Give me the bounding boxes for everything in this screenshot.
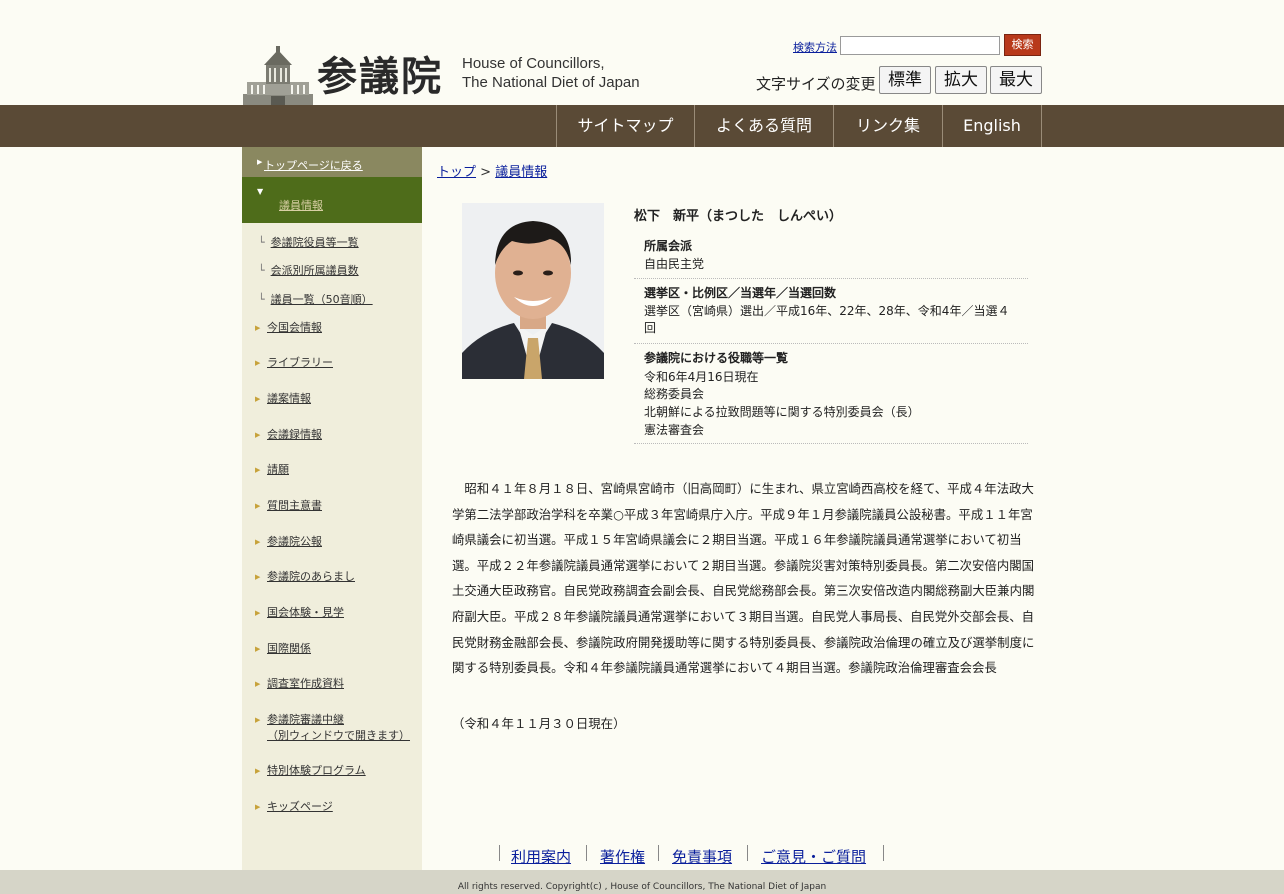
- breadcrumb-separator: >: [480, 165, 492, 180]
- footer-separator: [658, 845, 659, 861]
- arrow-right-icon: ▶: [255, 680, 261, 688]
- side-link-session[interactable]: 今国会情報: [267, 320, 322, 336]
- site-logo[interactable]: 参議院 House of Councillors, The National D…: [243, 44, 643, 105]
- footer-separator: [586, 845, 587, 861]
- role-item: 北朝鮮による拉致問題等に関する特別委員会（長）: [644, 405, 920, 419]
- member-name: 松下 新平（まつした しんぺい）: [634, 209, 843, 224]
- arrow-right-icon: ▶: [255, 359, 261, 367]
- footer-link-feedback[interactable]: ご意見・ご質問: [761, 846, 866, 867]
- info-district: 選挙区・比例区／当選年／当選回数 選挙区（宮崎県）選出／平成16年、22年、28…: [634, 279, 1028, 344]
- font-size-standard-button[interactable]: 標準: [879, 66, 931, 94]
- member-biography: 昭和４１年８月１８日、宮崎県宮崎市（旧高岡町）に生まれ、県立宮崎西高校を経て、平…: [452, 481, 1035, 676]
- diet-building-icon: [243, 46, 313, 105]
- district-title: 選挙区・比例区／当選年／当選回数: [644, 286, 837, 300]
- biography-date: （令和４年１１月３０日現在）: [452, 716, 626, 731]
- side-link-broadcast[interactable]: 参議院審議中継: [267, 712, 344, 728]
- site-header: 参議院 House of Councillors, The National D…: [0, 0, 1284, 105]
- footer-separator: [499, 845, 500, 861]
- side-link-overview[interactable]: 参議院のあらまし: [267, 569, 355, 585]
- faction-value: 自由民主党: [644, 257, 705, 271]
- arrow-right-icon: ▶: [255, 645, 261, 653]
- font-size-max-button[interactable]: 最大: [990, 66, 1042, 94]
- faction-title: 所属会派: [644, 239, 693, 253]
- arrow-right-icon: ▶: [255, 324, 261, 332]
- side-link-kids[interactable]: キッズページ: [267, 799, 333, 815]
- footer-link-guide[interactable]: 利用案内: [511, 846, 571, 867]
- sub-item: └ 議員一覧（50音順）: [258, 291, 373, 307]
- footer-separator: [747, 845, 748, 861]
- side-link-questions[interactable]: 質問主意書: [267, 498, 322, 514]
- member-photo: [462, 203, 604, 379]
- font-size-large-button[interactable]: 拡大: [935, 66, 987, 94]
- sub-link-members[interactable]: 議員一覧（50音順）: [271, 293, 373, 306]
- search-button[interactable]: 検索: [1004, 34, 1041, 56]
- district-value-line1: 選挙区（宮崎県）選出／平成16年、22年、28年、令和4年／当選４: [644, 304, 1010, 318]
- arrow-right-icon: ▶: [255, 538, 261, 546]
- footer-link-disclaimer[interactable]: 免責事項: [672, 846, 732, 867]
- copyright-footer: All rights reserved. Copyright(c) , Hous…: [0, 870, 1284, 894]
- side-link-international[interactable]: 国際関係: [267, 641, 311, 657]
- side-top-bar: ▶ トップページに戻る: [242, 147, 422, 177]
- breadcrumb: トップ > 議員情報: [437, 161, 547, 180]
- roles-title: 参議院における役職等一覧: [644, 351, 789, 365]
- side-link-bulletin[interactable]: 参議院公報: [267, 534, 322, 550]
- side-link-visit[interactable]: 国会体験・見学: [267, 605, 344, 621]
- logo-en-line2: The National Diet of Japan: [462, 74, 640, 91]
- triangle-down-icon: ▼: [257, 187, 264, 196]
- member-info-link[interactable]: 議員情報: [279, 197, 323, 213]
- footer-link-copyright[interactable]: 著作権: [600, 846, 645, 867]
- arrow-right-icon: ▶: [255, 609, 261, 617]
- sub-item: └ 会派別所属議員数: [258, 262, 359, 278]
- branch-icon: └: [258, 293, 265, 306]
- role-item: 総務委員会: [644, 387, 705, 401]
- logo-kanji: 参議院: [317, 53, 443, 100]
- font-size-label: 文字サイズの変更: [756, 75, 876, 93]
- arrow-right-icon: ▶: [255, 716, 261, 724]
- side-link-petitions[interactable]: 請願: [267, 462, 289, 478]
- arrow-right-icon: ▶: [255, 803, 261, 811]
- branch-icon: └: [258, 264, 265, 277]
- arrow-right-icon: ▶: [255, 573, 261, 581]
- sub-link-officers[interactable]: 参議院役員等一覧: [271, 236, 359, 249]
- side-link-bills[interactable]: 議案情報: [267, 391, 311, 407]
- info-faction: 所属会派 自由民主党: [634, 231, 1028, 279]
- side-current-section: ▼ 議員情報: [242, 177, 422, 223]
- arrow-right-icon: ▶: [255, 502, 261, 510]
- search-help-link[interactable]: 検索方法: [793, 39, 837, 55]
- side-nav: ▶ トップページに戻る ▼ 議員情報 └ 参議院役員等一覧 └ 会派別所属議員数 └…: [242, 147, 422, 870]
- arrow-right-icon: ▶: [255, 395, 261, 403]
- side-link-research[interactable]: 調査室作成資料: [267, 676, 344, 692]
- side-link-broadcast-note[interactable]: （別ウィンドウで開きます）: [267, 728, 410, 744]
- triangle-right-icon: ▶: [257, 158, 263, 166]
- arrow-right-icon: ▶: [255, 466, 261, 474]
- branch-icon: └: [258, 236, 265, 249]
- member-portrait-image: [462, 203, 604, 379]
- logo-english: House of Councillors, The National Diet …: [462, 54, 640, 92]
- back-to-top-link[interactable]: トップページに戻る: [264, 157, 363, 173]
- role-item: 憲法審査会: [644, 423, 705, 437]
- info-roles: 参議院における役職等一覧 令和6年4月16日現在 総務委員会 北朝鮮による拉致問…: [634, 344, 1028, 444]
- logo-en-line1: House of Councillors,: [462, 55, 605, 72]
- arrow-right-icon: ▶: [255, 431, 261, 439]
- district-value-line2: 回: [644, 321, 657, 335]
- sub-item: └ 参議院役員等一覧: [258, 234, 359, 250]
- nav-sitemap[interactable]: サイトマップ: [556, 105, 694, 147]
- breadcrumb-home[interactable]: トップ: [437, 165, 476, 180]
- arrow-right-icon: ▶: [255, 767, 261, 775]
- side-link-special-program[interactable]: 特別体験プログラム: [267, 763, 366, 779]
- nav-english[interactable]: English: [942, 105, 1041, 147]
- sub-link-factions[interactable]: 会派別所属議員数: [271, 264, 359, 277]
- breadcrumb-current[interactable]: 議員情報: [495, 165, 547, 180]
- nav-links[interactable]: リンク集: [833, 105, 942, 147]
- roles-date: 令和6年4月16日現在: [644, 370, 759, 384]
- nav-faq[interactable]: よくある質問: [694, 105, 833, 147]
- side-link-library[interactable]: ライブラリー: [267, 355, 333, 371]
- nav-divider: [1041, 105, 1042, 147]
- search-input[interactable]: [840, 36, 1000, 55]
- footer-separator: [883, 845, 884, 861]
- side-link-minutes[interactable]: 会議録情報: [267, 427, 322, 443]
- global-nav: サイトマップ よくある質問 リンク集 English: [0, 105, 1284, 147]
